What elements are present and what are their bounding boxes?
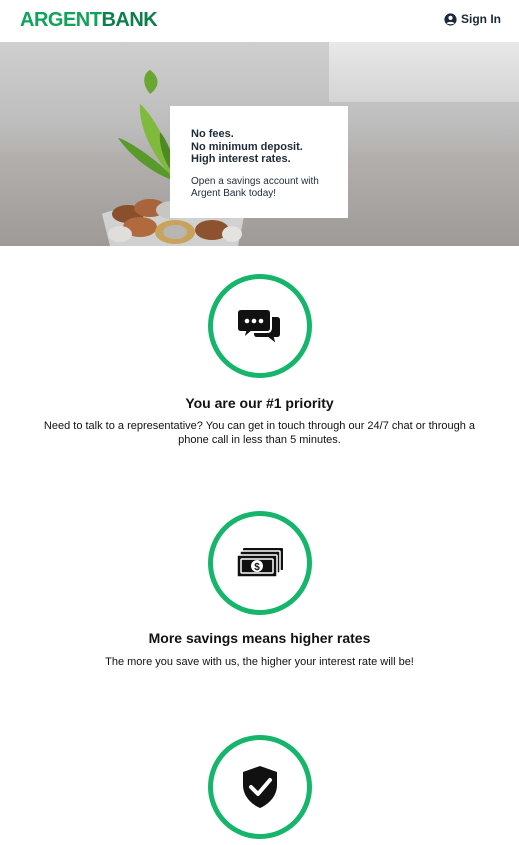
promo-subtext: Open a savings account with Argent Bank … bbox=[191, 175, 319, 199]
promo-line-high-rates: High interest rates. bbox=[191, 153, 291, 165]
hero-banner: No fees. No minimum deposit. High intere… bbox=[0, 42, 519, 246]
promo-line-no-minimum: No minimum deposit. bbox=[191, 140, 303, 153]
feature-title: You are our #1 priority bbox=[185, 395, 334, 411]
money-icon: $ bbox=[236, 548, 283, 578]
site-header: ARGENTBANK Sign In bbox=[0, 0, 519, 42]
feature-icon-circle bbox=[208, 274, 312, 378]
feature-icon-circle: $ bbox=[208, 511, 312, 615]
promo-line-no-fees: No fees. bbox=[191, 128, 234, 140]
feature-title: More savings means higher rates bbox=[148, 630, 371, 646]
chat-icon bbox=[237, 308, 282, 346]
argent-bank-logo[interactable]: ARGENTBANK bbox=[20, 9, 158, 32]
feature-description: Need to talk to a representative? You ca… bbox=[43, 420, 476, 446]
feature-description: The more you save with us, the higher yo… bbox=[105, 656, 414, 668]
feature-icon-circle bbox=[208, 735, 312, 839]
security-shield-icon bbox=[243, 766, 277, 808]
logo-text-bank: BANK bbox=[101, 9, 158, 31]
promo-card: No fees. No minimum deposit. High intere… bbox=[170, 106, 348, 218]
svg-text:$: $ bbox=[254, 562, 260, 573]
logo-text-argent: ARGENT bbox=[20, 9, 102, 31]
sign-in-link[interactable]: Sign In bbox=[444, 12, 501, 26]
user-circle-icon bbox=[444, 12, 457, 26]
sign-in-label: Sign In bbox=[461, 12, 501, 26]
